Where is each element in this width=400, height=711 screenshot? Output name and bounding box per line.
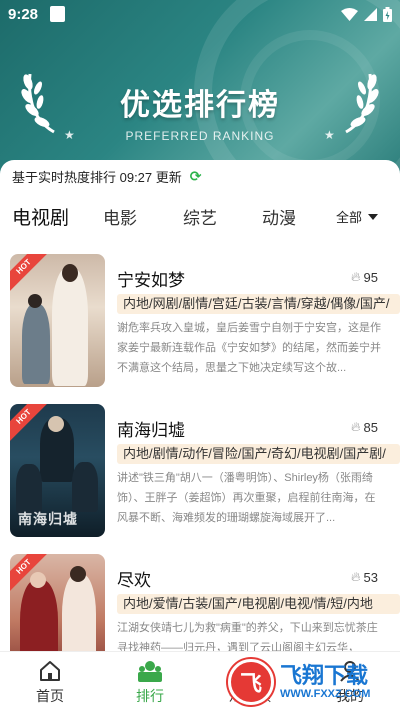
banner-title: 优选排行榜 [120, 89, 280, 122]
tab-variety[interactable]: 综艺 [183, 204, 217, 229]
poster-caption: 南海归墟 [18, 511, 78, 527]
home-icon [40, 661, 60, 681]
laurel-right-icon [345, 73, 379, 134]
list-item[interactable]: HOT 宁安如梦 🔥︎ 95 内地/网剧/剧情/宫廷/古装/言情/穿越/偶像/国… [0, 254, 400, 394]
item-tags: 内地/剧情/动作/冒险/国产/奇幻/电视剧/国产剧/ [117, 444, 400, 464]
notification-icon [50, 6, 65, 22]
ranking-banner: 9:28 优选排行榜 ★ PREFERRED RANKING ★ [0, 0, 400, 175]
heat-score: 🔥︎ 53 [351, 569, 378, 585]
filter-dropdown[interactable]: 全部 [336, 207, 378, 226]
tab-movie[interactable]: 电影 [103, 204, 137, 229]
flame-icon: 🔥︎ [350, 419, 361, 434]
hot-badge: HOT [10, 254, 49, 292]
list-item[interactable]: 南海归墟 HOT 南海归墟 🔥︎ 85 内地/剧情/动作/冒险/国产/奇幻/电视… [0, 404, 400, 544]
item-title[interactable]: 宁安如梦 [117, 266, 185, 291]
refresh-icon[interactable]: ⟳ [190, 168, 202, 185]
watermark-emblem: 飞 [228, 659, 274, 705]
update-info: 基于实时热度排行 09:27 更新 ⟳ [0, 160, 400, 192]
heat-value: 85 [363, 419, 378, 435]
watermark-name: 飞翔下载 [280, 663, 369, 688]
signal-icon [364, 8, 377, 21]
flame-icon: 🔥︎ [350, 569, 361, 584]
poster-image[interactable]: HOT [10, 254, 105, 387]
status-time: 9:28 [8, 6, 39, 23]
flame-icon: 🔥︎ [350, 269, 361, 284]
status-bar: 9:28 [0, 0, 400, 30]
nav-ranking[interactable]: 排行 [110, 660, 190, 706]
update-text: 基于实时热度排行 09:27 更新 [12, 169, 182, 185]
item-title[interactable]: 南海归墟 [117, 416, 185, 441]
heat-score: 🔥︎ 85 [351, 419, 378, 435]
nav-home[interactable]: 首页 [10, 660, 90, 706]
battery-icon [383, 7, 392, 22]
heat-score: 🔥︎ 95 [351, 269, 378, 285]
item-tags: 内地/爱情/古装/国产/电视剧/电视/情/短/内地 [117, 594, 400, 614]
wifi-icon [341, 8, 358, 21]
poster-image[interactable]: 南海归墟 HOT [10, 404, 105, 537]
tab-tv[interactable]: 电视剧 [12, 203, 69, 230]
watermark-logo: 飞 飞翔下载 WWW.FXXZ.COM [228, 655, 398, 709]
status-icons [341, 7, 392, 22]
nav-ranking-label: 排行 [136, 688, 164, 704]
item-description: 讲述"铁三角"胡八一（潘粤明饰）、Shirley杨（张雨绮饰）、王胖子（姜超饰）… [117, 472, 376, 524]
item-title[interactable]: 尽欢 [117, 566, 151, 591]
heat-value: 95 [363, 269, 378, 285]
tab-anime[interactable]: 动漫 [262, 204, 296, 229]
item-description: 谢危率兵攻入皇城，皇后姜雪宁自刎于宁安宫，这是作家姜宁最新连载作品《宁安如梦》的… [117, 322, 381, 374]
nav-home-label: 首页 [36, 688, 64, 704]
star-icon: ★ [324, 128, 335, 142]
filter-label: 全部 [335, 210, 362, 225]
ranking-icon [138, 661, 162, 682]
watermark-url: WWW.FXXZ.COM [280, 688, 371, 700]
banner-subtitle: PREFERRED RANKING [125, 129, 275, 143]
heat-value: 53 [363, 569, 378, 585]
category-tabs: 电视剧 电影 综艺 动漫 全部 [0, 198, 400, 236]
caret-down-icon [368, 213, 378, 220]
item-tags: 内地/网剧/剧情/宫廷/古装/言情/穿越/偶像/国产/ [117, 294, 400, 314]
